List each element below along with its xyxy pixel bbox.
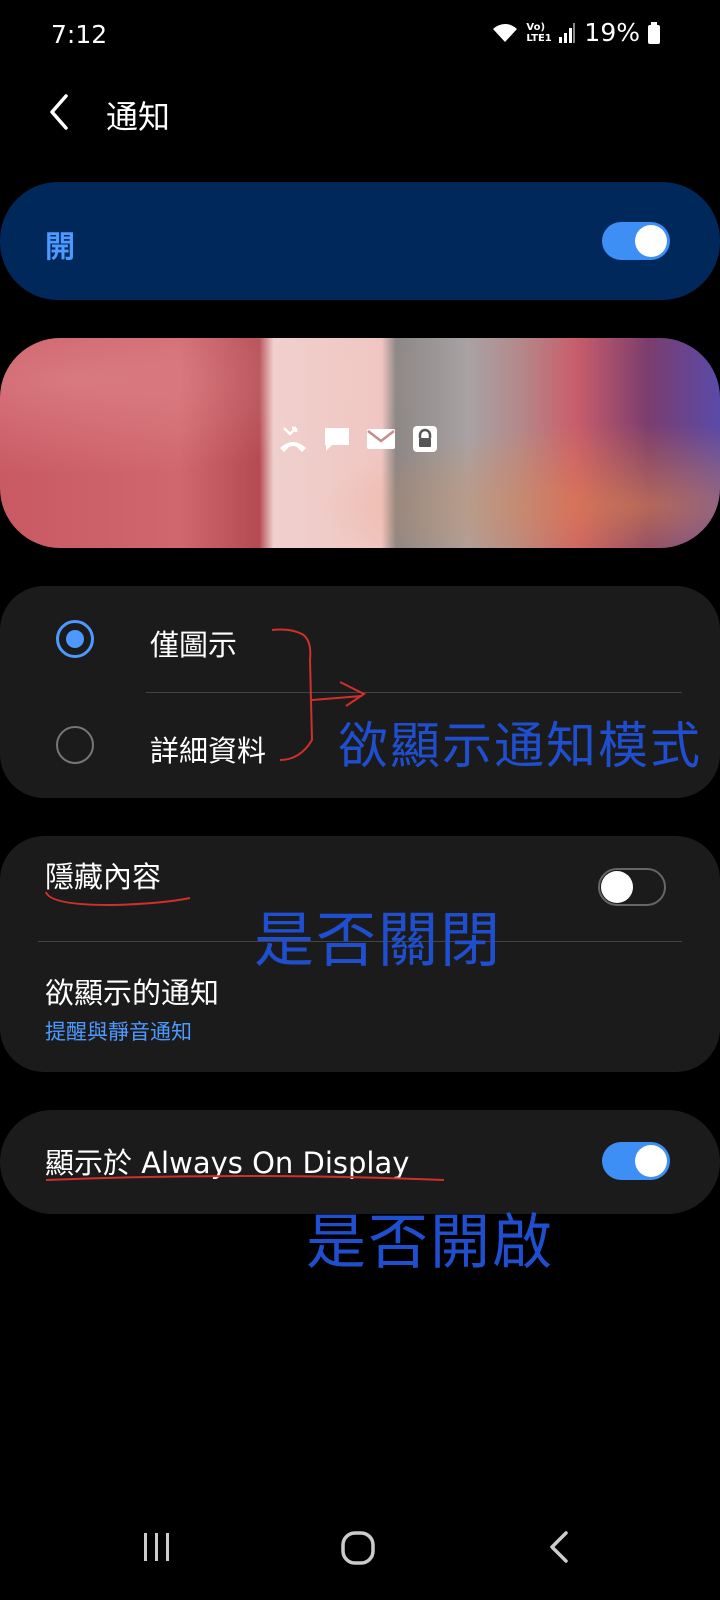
recent-apps-button[interactable]: [140, 1530, 174, 1568]
annotation-close: 是否關閉: [254, 906, 502, 976]
recent-apps-icon: [144, 1533, 169, 1561]
annotation-marks: [45, 628, 445, 1181]
annotation-open: 是否開啟: [306, 1208, 554, 1278]
home-button[interactable]: [340, 1530, 376, 1570]
back-nav-button[interactable]: [546, 1530, 572, 1568]
back-nav-icon: [550, 1531, 568, 1563]
home-icon: [341, 1531, 375, 1565]
annotation-mode: 欲顯示通知模式: [338, 717, 702, 775]
